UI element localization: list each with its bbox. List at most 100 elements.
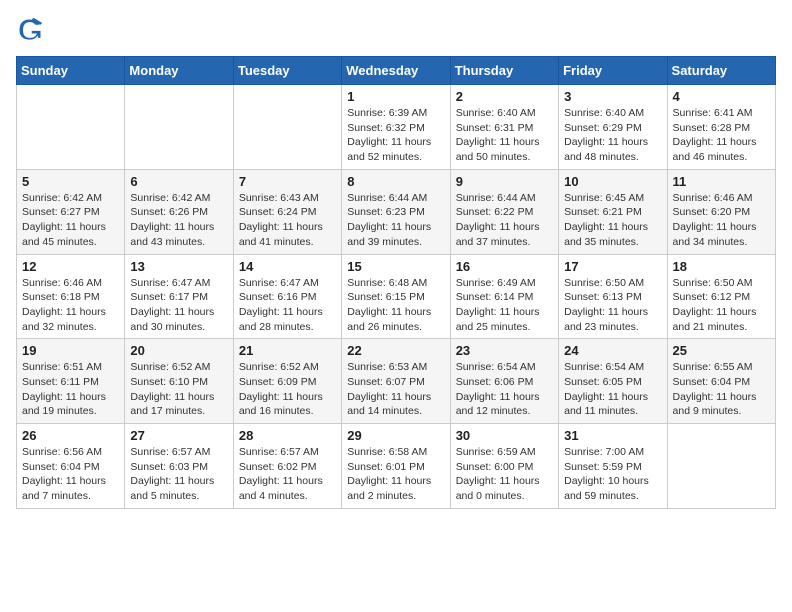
weekday-header-tuesday: Tuesday [233,57,341,85]
day-info: Sunrise: 6:43 AMSunset: 6:24 PMDaylight:… [239,191,336,250]
day-info: Sunrise: 6:47 AMSunset: 6:17 PMDaylight:… [130,276,227,335]
calendar-cell [667,424,775,509]
day-number: 5 [22,174,119,189]
day-info: Sunrise: 6:42 AMSunset: 6:27 PMDaylight:… [22,191,119,250]
day-info: Sunrise: 6:51 AMSunset: 6:11 PMDaylight:… [22,360,119,419]
calendar-cell [125,85,233,170]
day-number: 26 [22,428,119,443]
day-info: Sunrise: 6:50 AMSunset: 6:13 PMDaylight:… [564,276,661,335]
week-row-4: 19 Sunrise: 6:51 AMSunset: 6:11 PMDayligh… [17,339,776,424]
calendar-cell: 15Sunrise: 6:48 AMSunset: 6:15 PMDayligh… [342,254,450,339]
day-number: 27 [130,428,227,443]
day-number: 15 [347,259,444,274]
calendar-cell: 2 Sunrise: 6:40 AMSunset: 6:31 PMDaylight… [450,85,558,170]
calendar-cell: 25 Sunrise: 6:55 AMSunset: 6:04 PMDayligh… [667,339,775,424]
calendar-cell: 30 Sunrise: 6:59 AMSunset: 6:00 PMDayligh… [450,424,558,509]
calendar-cell: 24Sunrise: 6:54 AMSunset: 6:05 PMDayligh… [559,339,667,424]
week-row-5: 26 Sunrise: 6:56 AMSunset: 6:04 PMDayligh… [17,424,776,509]
weekday-header-friday: Friday [559,57,667,85]
page-header [16,16,776,44]
day-info: Sunrise: 6:47 AMSunset: 6:16 PMDaylight:… [239,276,336,335]
day-number: 4 [673,89,770,104]
day-number: 18 [673,259,770,274]
calendar-cell: 16Sunrise: 6:49 AMSunset: 6:14 PMDayligh… [450,254,558,339]
day-info: Sunrise: 6:46 AMSunset: 6:20 PMDaylight:… [673,191,770,250]
calendar-cell: 9 Sunrise: 6:44 AMSunset: 6:22 PMDaylight… [450,169,558,254]
calendar-cell: 28 Sunrise: 6:57 AMSunset: 6:02 PMDayligh… [233,424,341,509]
day-info: Sunrise: 6:58 AMSunset: 6:01 PMDaylight:… [347,445,444,504]
day-info: Sunrise: 6:45 AMSunset: 6:21 PMDaylight:… [564,191,661,250]
day-info: Sunrise: 6:42 AMSunset: 6:26 PMDaylight:… [130,191,227,250]
calendar-cell: 21 Sunrise: 6:52 AMSunset: 6:09 PMDayligh… [233,339,341,424]
calendar-cell: 3Sunrise: 6:40 AMSunset: 6:29 PMDaylight… [559,85,667,170]
calendar-table: SundayMondayTuesdayWednesdayThursdayFrid… [16,56,776,509]
calendar-cell: 31 Sunrise: 7:00 AMSunset: 5:59 PMDayligh… [559,424,667,509]
day-info: Sunrise: 6:41 AMSunset: 6:28 PMDaylight:… [673,106,770,165]
calendar-cell: 20 Sunrise: 6:52 AMSunset: 6:10 PMDayligh… [125,339,233,424]
day-number: 29 [347,428,444,443]
calendar-cell: 5 Sunrise: 6:42 AMSunset: 6:27 PMDaylight… [17,169,125,254]
day-number: 25 [673,343,770,358]
calendar-cell: 26 Sunrise: 6:56 AMSunset: 6:04 PMDayligh… [17,424,125,509]
day-number: 2 [456,89,553,104]
calendar-cell: 8 Sunrise: 6:44 AMSunset: 6:23 PMDaylight… [342,169,450,254]
day-info: Sunrise: 6:44 AMSunset: 6:22 PMDaylight:… [456,191,553,250]
day-info: Sunrise: 6:52 AMSunset: 6:10 PMDaylight:… [130,360,227,419]
day-number: 9 [456,174,553,189]
day-info: Sunrise: 6:39 AMSunset: 6:32 PMDaylight:… [347,106,444,165]
weekday-header-sunday: Sunday [17,57,125,85]
day-info: Sunrise: 6:40 AMSunset: 6:29 PMDaylight:… [564,106,661,165]
calendar-cell [233,85,341,170]
calendar-cell: 7Sunrise: 6:43 AMSunset: 6:24 PMDaylight… [233,169,341,254]
weekday-header-row: SundayMondayTuesdayWednesdayThursdayFrid… [17,57,776,85]
day-info: Sunrise: 7:00 AMSunset: 5:59 PMDaylight:… [564,445,661,504]
day-number: 22 [347,343,444,358]
day-number: 19 [22,343,119,358]
day-info: Sunrise: 6:55 AMSunset: 6:04 PMDaylight:… [673,360,770,419]
calendar-cell: 11 Sunrise: 6:46 AMSunset: 6:20 PMDayligh… [667,169,775,254]
day-number: 30 [456,428,553,443]
calendar-cell: 12Sunrise: 6:46 AMSunset: 6:18 PMDayligh… [17,254,125,339]
day-info: Sunrise: 6:46 AMSunset: 6:18 PMDaylight:… [22,276,119,335]
calendar-cell [17,85,125,170]
day-info: Sunrise: 6:49 AMSunset: 6:14 PMDaylight:… [456,276,553,335]
weekday-header-thursday: Thursday [450,57,558,85]
logo-icon [16,16,44,44]
day-number: 10 [564,174,661,189]
day-number: 20 [130,343,227,358]
day-number: 31 [564,428,661,443]
day-number: 14 [239,259,336,274]
day-number: 6 [130,174,227,189]
calendar-cell: 4 Sunrise: 6:41 AMSunset: 6:28 PMDaylight… [667,85,775,170]
day-info: Sunrise: 6:57 AMSunset: 6:03 PMDaylight:… [130,445,227,504]
day-number: 28 [239,428,336,443]
calendar-cell: 17 Sunrise: 6:50 AMSunset: 6:13 PMDayligh… [559,254,667,339]
calendar-cell: 19 Sunrise: 6:51 AMSunset: 6:11 PMDayligh… [17,339,125,424]
day-number: 17 [564,259,661,274]
day-number: 13 [130,259,227,274]
day-number: 21 [239,343,336,358]
day-info: Sunrise: 6:50 AMSunset: 6:12 PMDaylight:… [673,276,770,335]
logo [16,16,48,44]
day-info: Sunrise: 6:54 AMSunset: 6:06 PMDaylight:… [456,360,553,419]
calendar-cell: 27 Sunrise: 6:57 AMSunset: 6:03 PMDayligh… [125,424,233,509]
week-row-3: 12Sunrise: 6:46 AMSunset: 6:18 PMDayligh… [17,254,776,339]
weekday-header-monday: Monday [125,57,233,85]
day-number: 8 [347,174,444,189]
day-info: Sunrise: 6:52 AMSunset: 6:09 PMDaylight:… [239,360,336,419]
weekday-header-wednesday: Wednesday [342,57,450,85]
day-info: Sunrise: 6:44 AMSunset: 6:23 PMDaylight:… [347,191,444,250]
day-number: 1 [347,89,444,104]
day-info: Sunrise: 6:57 AMSunset: 6:02 PMDaylight:… [239,445,336,504]
day-number: 23 [456,343,553,358]
weekday-header-saturday: Saturday [667,57,775,85]
calendar-cell: 14 Sunrise: 6:47 AMSunset: 6:16 PMDayligh… [233,254,341,339]
day-info: Sunrise: 6:54 AMSunset: 6:05 PMDaylight:… [564,360,661,419]
calendar-cell: 10 Sunrise: 6:45 AMSunset: 6:21 PMDayligh… [559,169,667,254]
day-number: 11 [673,174,770,189]
day-info: Sunrise: 6:40 AMSunset: 6:31 PMDaylight:… [456,106,553,165]
calendar-cell: 18 Sunrise: 6:50 AMSunset: 6:12 PMDayligh… [667,254,775,339]
day-info: Sunrise: 6:56 AMSunset: 6:04 PMDaylight:… [22,445,119,504]
day-info: Sunrise: 6:59 AMSunset: 6:00 PMDaylight:… [456,445,553,504]
calendar-cell: 29 Sunrise: 6:58 AMSunset: 6:01 PMDayligh… [342,424,450,509]
